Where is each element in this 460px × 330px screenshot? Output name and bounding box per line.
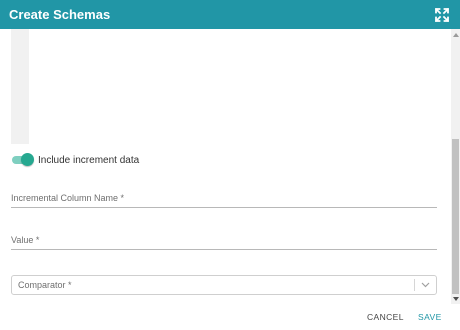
scroll-down-button[interactable] bbox=[451, 294, 460, 303]
expand-icon bbox=[435, 7, 449, 22]
incremental-column-label: Incremental Column Name * bbox=[11, 193, 125, 203]
include-increment-toggle[interactable] bbox=[11, 153, 34, 167]
scroll-up-button[interactable] bbox=[451, 30, 460, 39]
toggle-thumb bbox=[21, 153, 34, 166]
scrollbar-thumb[interactable] bbox=[452, 139, 459, 294]
dialog-title: Create Schemas bbox=[9, 7, 111, 22]
comparator-select[interactable]: Comparator * bbox=[11, 275, 437, 295]
include-increment-label: Include increment data bbox=[38, 154, 140, 166]
scroll-up-icon bbox=[452, 32, 459, 37]
incremental-column-field[interactable]: Incremental Column Name * bbox=[11, 193, 437, 208]
save-button[interactable]: SAVE bbox=[418, 312, 442, 322]
scroll-down-icon bbox=[452, 296, 459, 301]
chevron-down-icon bbox=[421, 282, 430, 288]
dialog-body: Include increment data Incremental Colum… bbox=[0, 29, 451, 304]
schema-textarea-gutter bbox=[11, 29, 29, 144]
incremental-column-underline bbox=[11, 207, 437, 208]
dialog-footer: CANCEL SAVE bbox=[0, 304, 460, 330]
value-underline bbox=[11, 249, 437, 250]
value-label: Value * bbox=[11, 235, 40, 245]
comparator-placeholder: Comparator * bbox=[18, 280, 72, 290]
dialog-header: Create Schemas bbox=[0, 0, 460, 29]
vertical-scrollbar[interactable] bbox=[451, 29, 460, 304]
include-increment-row: Include increment data bbox=[11, 151, 139, 169]
expand-button[interactable] bbox=[434, 7, 450, 23]
cancel-button[interactable]: CANCEL bbox=[367, 312, 404, 322]
value-field[interactable]: Value * bbox=[11, 235, 437, 250]
comparator-dropdown-button[interactable] bbox=[415, 282, 436, 288]
